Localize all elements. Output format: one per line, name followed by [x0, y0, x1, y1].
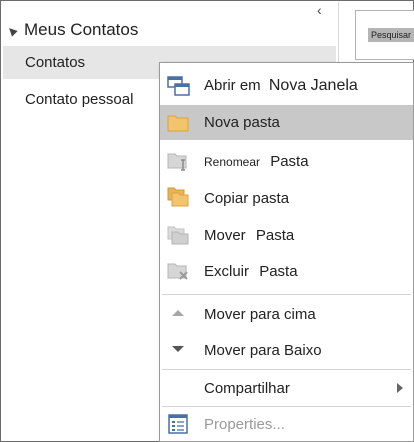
menu-item-label: Compartilhar [204, 379, 290, 397]
menu-item-move-down[interactable]: Mover para Baixo [160, 332, 413, 368]
move-down-icon [172, 346, 184, 352]
menu-item-delete-folder[interactable]: Excluir Pasta [160, 253, 413, 289]
menu-item-label: Renomear Pasta [204, 153, 309, 170]
new-folder-icon [167, 115, 189, 132]
menu-item-properties[interactable]: Properties... [160, 408, 413, 440]
menu-item-move-folder[interactable]: Mover Pasta [160, 217, 413, 253]
menu-item-label: Excluir Pasta [204, 263, 298, 280]
search-label: Pesquisar [368, 28, 414, 42]
menu-label-part: Abrir em [204, 77, 261, 94]
menu-item-label: Nova pasta [204, 114, 280, 131]
move-folder-icon [167, 226, 189, 245]
sidebar-item-label: Contatos [25, 54, 86, 71]
menu-label-part: Renomear [204, 154, 261, 169]
move-up-icon [172, 310, 184, 316]
menu-label-part: Pasta [255, 226, 295, 244]
menu-item-label: Properties... [204, 415, 285, 433]
copy-folder-icon [167, 187, 189, 207]
menu-label-part: Pasta [259, 262, 298, 280]
delete-folder-icon [167, 263, 188, 280]
menu-item-label: Mover para cima [204, 305, 316, 323]
menu-item-share[interactable]: Compartilhar [160, 371, 413, 405]
new-window-icon [167, 76, 190, 96]
menu-separator [162, 369, 411, 370]
menu-separator [162, 406, 411, 407]
menu-item-open-new-window[interactable]: Abrir em Nova Janela [160, 69, 413, 103]
menu-item-rename-folder[interactable]: Renomear Pasta [160, 143, 413, 179]
menu-label-part: Mover [204, 226, 246, 244]
menu-label-part: Pasta [270, 152, 309, 170]
window-frame: Meus Contatos ‹ Contatos Contato pessoal… [0, 0, 414, 442]
menu-item-label: Copiar pasta [204, 189, 290, 207]
rename-folder-icon [167, 153, 187, 171]
menu-separator [162, 294, 411, 295]
my-contacts-title: Meus Contatos [24, 20, 139, 39]
submenu-arrow-icon [397, 383, 403, 393]
menu-item-new-folder[interactable]: Nova pasta [160, 105, 413, 140]
folder-context-menu: Abrir em Nova Janela Nova pasta Renomear… [159, 62, 414, 442]
my-contacts-header[interactable]: Meus Contatos [6, 18, 139, 42]
sidebar-item-label: Contato pessoal [25, 91, 134, 108]
collapse-pane-icon[interactable]: ‹ [317, 3, 322, 17]
menu-label-part: Nova Janela [268, 77, 358, 94]
properties-icon [168, 414, 188, 434]
menu-item-copy-folder[interactable]: Copiar pasta [160, 181, 413, 215]
menu-item-label: Abrir em Nova Janela [204, 77, 358, 95]
menu-item-label: Mover Pasta [204, 227, 294, 244]
menu-label-part: Excluir [204, 262, 250, 280]
menu-item-label: Mover para Baixo [204, 341, 322, 359]
menu-item-move-up[interactable]: Mover para cima [160, 296, 413, 332]
search-box[interactable]: Pesquisar [355, 10, 414, 60]
expand-triangle-icon[interactable] [6, 25, 18, 37]
